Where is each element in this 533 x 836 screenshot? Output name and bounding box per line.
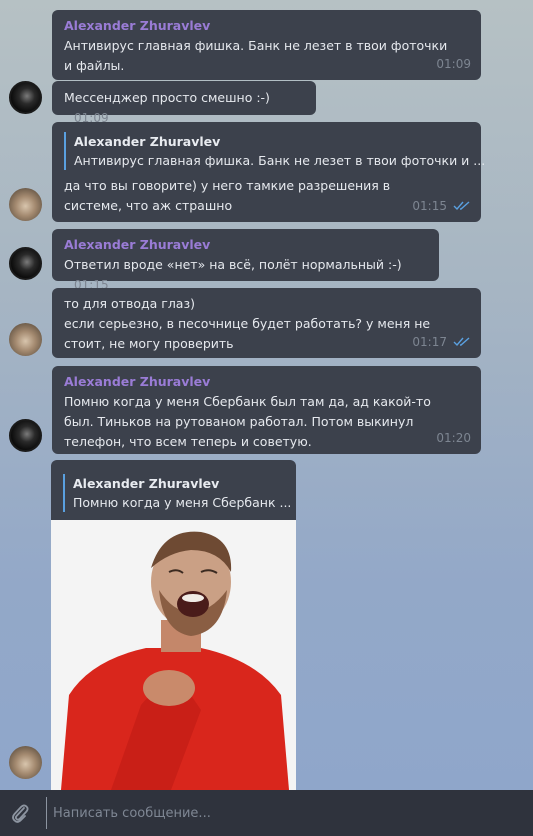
quote-text: Помню когда у меня Сбербанк ...	[73, 495, 292, 510]
message-time: 01:09	[436, 57, 471, 71]
avatar[interactable]	[9, 746, 42, 779]
avatar[interactable]	[9, 247, 42, 280]
message-text: Антивирус главная фишка. Банк не лезет в…	[64, 38, 448, 73]
quote-sender: Alexander Zhuravlev	[73, 476, 220, 491]
sender-name[interactable]: Alexander Zhuravlev	[64, 235, 427, 255]
message-meta: 01:15	[412, 196, 471, 216]
quote-text: Антивирус главная фишка. Банк не лезет в…	[74, 153, 486, 168]
gif-media[interactable]	[51, 520, 296, 790]
message-bubble[interactable]: Alexander Zhuravlev Помню когда у меня С…	[52, 366, 481, 454]
message-meta: 01:17	[412, 332, 471, 352]
message-bubble[interactable]: то для отвода глаз) если серьезно, в пес…	[52, 288, 481, 358]
message-time: 01:15	[412, 199, 447, 213]
message-composer	[0, 790, 533, 836]
reply-quote[interactable]: Alexander Zhuravlev Помню когда у меня С…	[63, 474, 292, 512]
avatar[interactable]	[9, 323, 42, 356]
message-text: да что вы говорите) у него тамкие разреш…	[64, 178, 391, 213]
message-input[interactable]	[46, 797, 533, 829]
message-text: Помню когда у меня Сбербанк был там да, …	[64, 394, 431, 449]
message-time: 01:17	[412, 335, 447, 349]
laughing-man-image	[51, 520, 296, 790]
message-text: Мессенджер просто смешно :-)	[64, 90, 270, 105]
message-bubble[interactable]: Мессенджер просто смешно :-) 01:09	[52, 81, 316, 125]
message-time: 01:20	[436, 431, 471, 445]
message-text: Ответил вроде «нет» на всё, полёт нормал…	[64, 257, 402, 272]
message-bubble[interactable]: Alexander Zhuravlev Ответил вроде «нет» …	[52, 229, 439, 292]
message-line: то для отвода глаз)	[64, 296, 195, 311]
avatar[interactable]	[9, 81, 42, 114]
avatar[interactable]	[9, 188, 42, 221]
message-line: если серьезно, в песочнице будет работат…	[64, 316, 431, 351]
double-check-icon	[453, 201, 470, 211]
double-check-icon	[453, 337, 470, 347]
message-bubble[interactable]: Alexander Zhuravlev Антивирус главная фи…	[52, 10, 481, 80]
sender-name[interactable]: Alexander Zhuravlev	[64, 372, 469, 392]
message-meta: 01:09	[436, 54, 471, 74]
message-bubble[interactable]: Alexander Zhuravlev Антивирус главная фи…	[52, 122, 486, 222]
avatar[interactable]	[9, 419, 42, 452]
paperclip-icon	[12, 804, 29, 823]
message-meta: 01:20	[436, 428, 471, 448]
attach-button[interactable]	[0, 802, 40, 824]
sender-name[interactable]: Alexander Zhuravlev	[64, 16, 469, 36]
chat-history[interactable]: Alexander Zhuravlev Антивирус главная фи…	[0, 0, 533, 790]
quote-sender: Alexander Zhuravlev	[74, 134, 221, 149]
message-text: то для отвода глаз) если серьезно, в пес…	[64, 294, 469, 354]
reply-quote[interactable]: Alexander Zhuravlev Антивирус главная фи…	[64, 132, 486, 170]
